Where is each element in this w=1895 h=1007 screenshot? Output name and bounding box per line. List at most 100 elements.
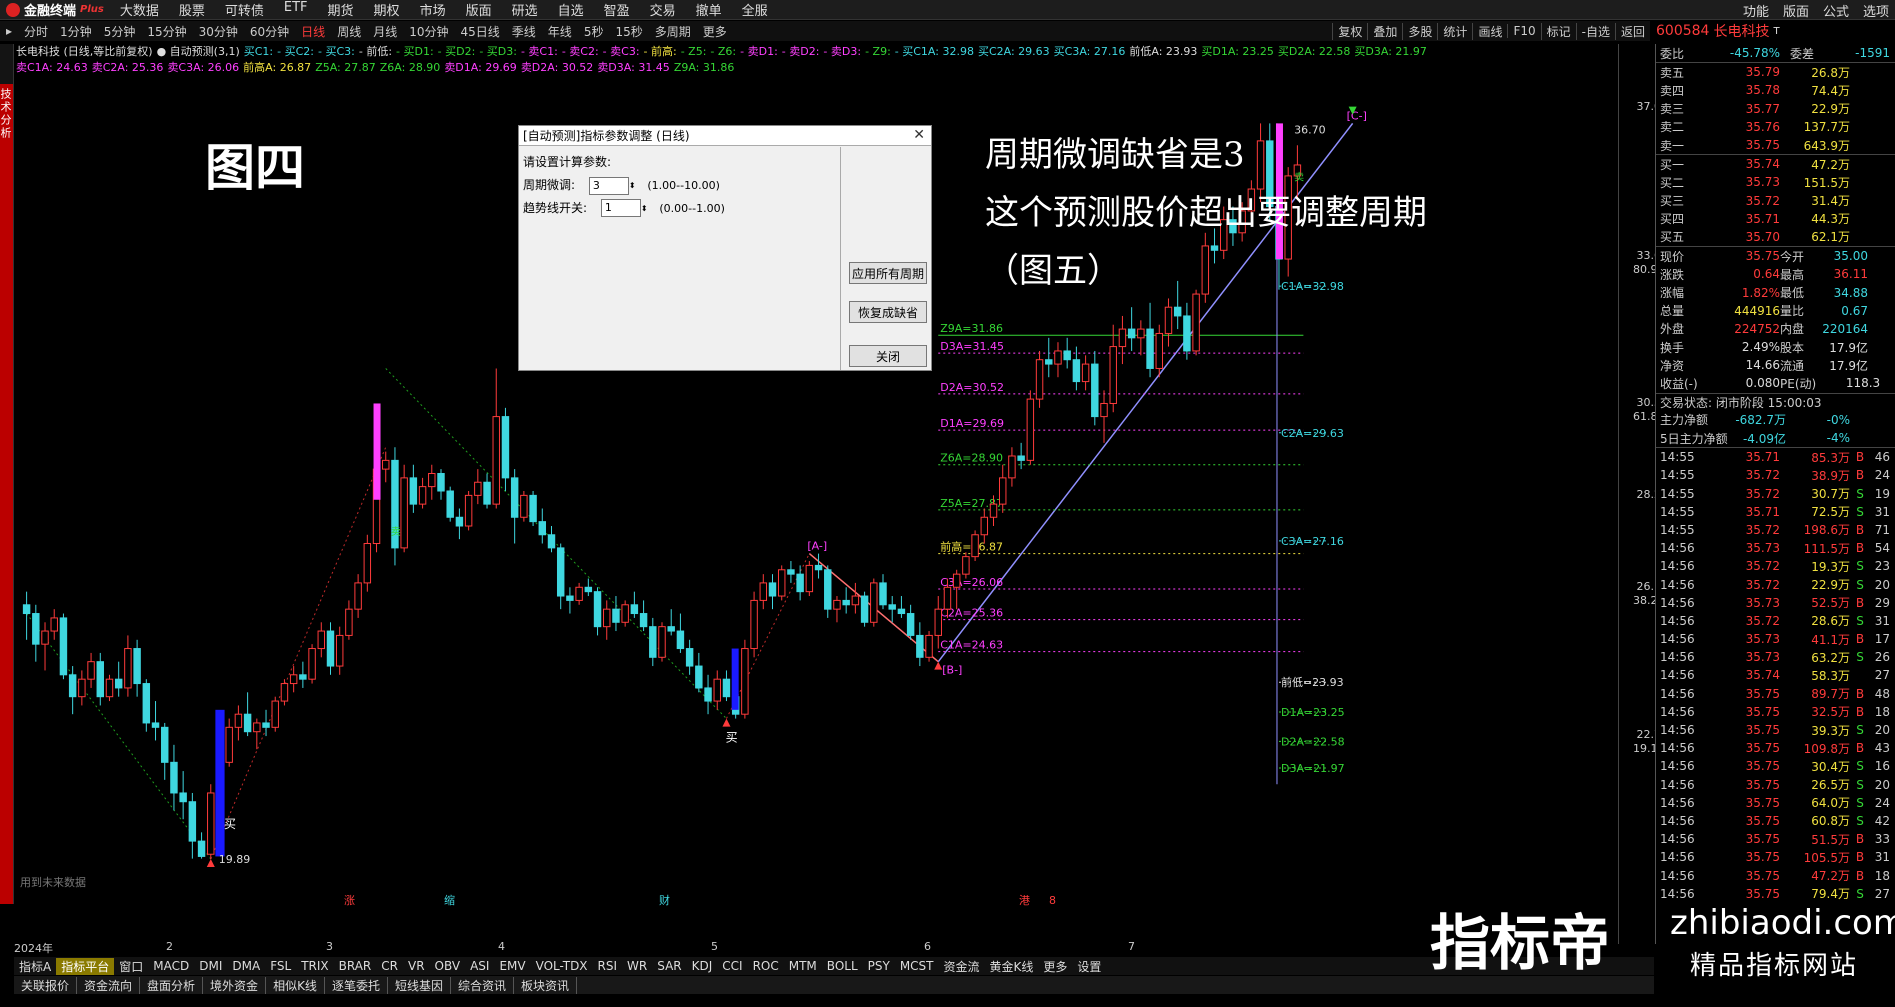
chart-tool-button[interactable]: 复权 [1332, 22, 1367, 40]
period-tab[interactable]: 季线 [506, 23, 542, 40]
period-tab[interactable]: 15秒 [609, 23, 648, 40]
menu-item[interactable]: 撤单 [686, 0, 732, 19]
period-tab[interactable]: 更多 [697, 23, 733, 40]
restore-default-button[interactable]: 恢复成缺省 [849, 301, 927, 323]
indicator-tab[interactable]: DMI [194, 959, 227, 973]
bottom-tab[interactable]: 短线基因 [388, 976, 451, 994]
menu-item[interactable]: 期权 [364, 0, 410, 19]
bottom-tab[interactable]: 资金流向 [77, 976, 141, 994]
period-tab[interactable]: 1分钟 [54, 23, 98, 40]
chart-tool-button[interactable]: 画线 [1472, 22, 1507, 40]
bottom-tab[interactable]: 逐笔委托 [325, 976, 388, 994]
indicator-tab[interactable]: SAR [652, 959, 686, 973]
bottom-tab[interactable]: 综合资讯 [451, 976, 514, 994]
indicator-value: 卖D1A: 29.69 [444, 61, 517, 74]
tick-time: 14:56 [1660, 541, 1695, 556]
menu-item[interactable]: 自选 [548, 0, 594, 19]
chart-tool-button[interactable]: F10 [1507, 24, 1540, 38]
chart-tool-button[interactable]: 叠加 [1367, 22, 1402, 40]
indicator-tab[interactable]: FSL [265, 959, 296, 973]
indicator-tab[interactable]: 指标平台 [56, 957, 115, 975]
chart-tool-button[interactable]: 标记 [1540, 22, 1576, 40]
indicator-tab[interactable]: VOL-TDX [531, 959, 593, 973]
indicator-tab[interactable]: 窗口 [114, 958, 148, 975]
menu-item[interactable]: 交易 [640, 0, 686, 19]
indicator-tab[interactable]: CCI [717, 959, 747, 973]
menu-right-item[interactable]: 公式 [1823, 1, 1849, 20]
period-tab[interactable]: 月线 [367, 23, 403, 40]
indicator-tab[interactable]: TRIX [296, 959, 333, 973]
period-tab[interactable]: 5秒 [578, 23, 610, 40]
chart-tool-button[interactable]: 多股 [1402, 22, 1437, 40]
menu-item[interactable]: 股票 [169, 0, 215, 19]
period-tab[interactable]: 15分钟 [141, 23, 192, 40]
period-tab[interactable]: 10分钟 [403, 23, 454, 40]
period-tab[interactable]: 多周期 [649, 23, 697, 40]
app-logo[interactable]: 金融终端 Plus [0, 0, 110, 19]
indicator-tab[interactable]: ASI [465, 959, 494, 973]
menu-item[interactable]: 期货 [318, 0, 364, 19]
stock-title[interactable]: 600584 长电科技 T [1650, 21, 1895, 41]
period-tab[interactable]: 年线 [542, 23, 578, 40]
dialog-title[interactable]: [自动预测]指标参数调整 (日线) ✕ [519, 126, 931, 146]
indicator-tab[interactable]: MTM [784, 959, 822, 973]
tick-volume: 89.7万 [1811, 687, 1850, 702]
indicator-tab[interactable]: MCST [895, 959, 939, 973]
bottom-tab[interactable]: 关联报价 [14, 976, 78, 994]
menu-right-item[interactable]: 版面 [1783, 1, 1809, 20]
indicator-tab[interactable]: 更多 [1038, 958, 1072, 975]
period-tab[interactable]: 30分钟 [193, 23, 244, 40]
menu-item[interactable]: ETF [274, 0, 318, 19]
menu-item[interactable]: 可转债 [215, 0, 274, 19]
indicator-tab[interactable]: 资金流 [939, 958, 985, 975]
indicator-tab[interactable]: KDJ [687, 959, 718, 973]
menu-item[interactable]: 智盈 [594, 0, 640, 19]
param2-input[interactable]: 1 [600, 199, 641, 217]
indicator-tab[interactable]: WR [622, 959, 652, 973]
period-tab[interactable]: 日线 [295, 23, 331, 40]
indicator-tab[interactable]: OBV [430, 959, 466, 973]
menu-item[interactable]: 研选 [502, 0, 548, 19]
bottom-tab[interactable]: 板块资讯 [514, 976, 577, 994]
bottom-tab[interactable]: 盘面分析 [140, 976, 204, 994]
close-button[interactable]: 关闭 [849, 345, 927, 367]
indicator-tab[interactable]: RSI [593, 959, 623, 973]
param1-spinner-icon[interactable]: ⬍ [629, 181, 636, 190]
period-tab[interactable]: 周线 [331, 23, 367, 40]
indicator-tab[interactable]: PSY [863, 959, 895, 973]
bottom-tab[interactable]: 相似K线 [266, 976, 325, 994]
indicator-tab[interactable]: BRAR [334, 959, 377, 973]
indicator-tab[interactable]: DMA [227, 959, 265, 973]
candle-body [124, 648, 132, 689]
close-icon[interactable]: ✕ [913, 127, 925, 143]
apply-all-periods-button[interactable]: 应用所有周期 [849, 262, 927, 284]
indicator-tab[interactable]: ROC [748, 959, 784, 973]
menu-right-item[interactable]: 功能 [1743, 1, 1769, 20]
menu-item[interactable]: 版面 [456, 0, 502, 19]
menu-item[interactable]: 市场 [410, 0, 456, 19]
param2-spinner-icon[interactable]: ⬍ [641, 204, 648, 213]
param1-input[interactable]: 3 [588, 176, 629, 195]
indicator-tab[interactable]: CR [376, 959, 403, 973]
indicator-tab[interactable]: VR [403, 959, 430, 973]
period-tab[interactable]: 5分钟 [98, 23, 142, 40]
indicator-tab[interactable]: MACD [148, 959, 194, 973]
indicator-tab[interactable]: 指标A [14, 958, 56, 975]
chart-tool-button[interactable]: 统计 [1437, 22, 1472, 40]
annotation-line-1: 周期微调缺省是3 [985, 135, 1245, 175]
period-tab[interactable]: 分时 [18, 23, 54, 40]
period-tab[interactable]: 60分钟 [244, 23, 295, 40]
menu-item[interactable]: 全服 [732, 0, 778, 19]
menu-right-item[interactable]: 选项 [1863, 1, 1889, 20]
period-tab[interactable]: 45日线 [455, 23, 506, 40]
side-tab[interactable]: 技术分析 [0, 84, 13, 904]
chart-tool-button[interactable]: -自选 [1575, 22, 1615, 40]
candle-body [326, 630, 335, 667]
indicator-tab[interactable]: EMV [494, 959, 530, 973]
chart-tool-button[interactable]: 返回 [1614, 22, 1650, 40]
menu-item[interactable]: 大数据 [110, 0, 169, 19]
indicator-tab[interactable]: BOLL [822, 959, 863, 973]
indicator-tab[interactable]: 黄金K线 [985, 958, 1039, 975]
bottom-tab[interactable]: 境外资金 [203, 976, 267, 994]
indicator-tab[interactable]: 设置 [1072, 958, 1106, 975]
